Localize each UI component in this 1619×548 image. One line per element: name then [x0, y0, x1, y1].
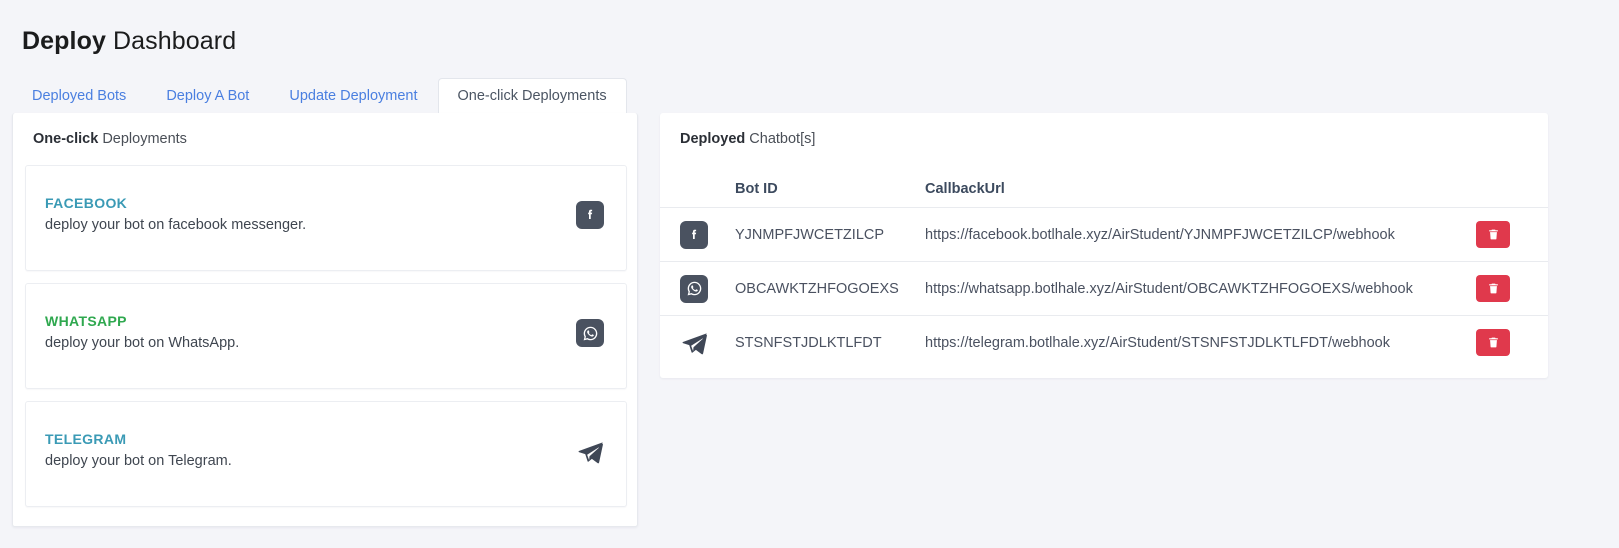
- tab-one-click-deployments[interactable]: One-click Deployments: [437, 78, 627, 114]
- row-channel-icon: [680, 220, 735, 249]
- whatsapp-icon: [576, 319, 604, 347]
- channel-card-list: FACEBOOK deploy your bot on facebook mess…: [25, 165, 627, 519]
- page-title-light: Dashboard: [113, 27, 237, 55]
- column-header-bot-id: Bot ID: [735, 181, 778, 197]
- left-panel-heading: One-click Deployments: [33, 130, 187, 148]
- facebook-icon: [576, 201, 604, 229]
- facebook-icon: [680, 220, 708, 249]
- channel-icon-wrapper: [576, 201, 608, 233]
- channel-description: deploy your bot on Telegram.: [45, 453, 232, 469]
- right-panel-heading-strong: Deployed: [680, 131, 746, 147]
- table-row: STSNFSTJDLKTLFDT https://telegram.botlhal…: [660, 315, 1548, 369]
- cell-callback-url: https://whatsapp.botlhale.xyz/AirStudent…: [925, 280, 1413, 297]
- channel-name: WHATSAPP: [45, 313, 127, 329]
- cell-callback-url: https://facebook.botlhale.xyz/AirStudent…: [925, 226, 1395, 243]
- delete-deployment-button[interactable]: [1476, 329, 1510, 356]
- channel-card-facebook[interactable]: FACEBOOK deploy your bot on facebook mess…: [25, 165, 627, 271]
- row-channel-icon: [680, 274, 735, 303]
- channel-icon-wrapper: [576, 437, 608, 469]
- deployed-chatbots-panel: Deployed Chatbot[s] Bot ID CallbackUrl Y…: [660, 113, 1548, 378]
- table-row: YJNMPFJWCETZILCP https://facebook.botlhal…: [660, 207, 1548, 261]
- trash-icon: [1488, 337, 1498, 348]
- channel-card-text: WHATSAPP deploy your bot on WhatsApp.: [45, 312, 239, 353]
- cell-bot-id: STSNFSTJDLKTLFDT: [735, 334, 882, 351]
- channel-name: FACEBOOK: [45, 195, 128, 211]
- telegram-icon: [576, 437, 606, 467]
- channel-card-text: TELEGRAM deploy your bot on Telegram.: [45, 430, 232, 471]
- tab-update-deployment[interactable]: Update Deployment: [269, 78, 437, 114]
- one-click-deployments-panel: One-click Deployments FACEBOOK deploy you…: [12, 113, 638, 527]
- table-header-row: Bot ID CallbackUrl: [660, 171, 1548, 207]
- row-channel-icon: [680, 328, 735, 358]
- channel-card-whatsapp[interactable]: WHATSAPP deploy your bot on WhatsApp.: [25, 283, 627, 389]
- tab-bar: Deployed Bots Deploy A Bot Update Deployme…: [12, 78, 627, 114]
- cell-bot-id: YJNMPFJWCETZILCP: [735, 226, 885, 243]
- column-header-callback-url: CallbackUrl: [925, 181, 1005, 197]
- right-panel-heading-light: Chatbot[s]: [749, 131, 816, 147]
- tab-deploy-a-bot[interactable]: Deploy A Bot: [146, 78, 269, 114]
- channel-card-text: FACEBOOK deploy your bot on facebook mess…: [45, 194, 306, 235]
- deployed-chatbots-table: Bot ID CallbackUrl YJNMPFJWCETZILCP https…: [660, 171, 1548, 369]
- tab-deployed-bots[interactable]: Deployed Bots: [12, 78, 146, 114]
- page-title-strong: Deploy: [22, 27, 106, 55]
- table-body: YJNMPFJWCETZILCP https://facebook.botlhal…: [660, 207, 1548, 369]
- channel-description: deploy your bot on WhatsApp.: [45, 335, 240, 351]
- channel-name: TELEGRAM: [45, 431, 127, 447]
- whatsapp-icon: [680, 274, 708, 303]
- trash-icon: [1488, 229, 1498, 240]
- delete-deployment-button[interactable]: [1476, 275, 1510, 302]
- page-title: Deploy Dashboard: [22, 26, 236, 56]
- deploy-dashboard-page: Deploy Dashboard Deployed Bots Deploy A B…: [0, 0, 1619, 548]
- channel-description: deploy your bot on facebook messenger.: [45, 217, 307, 233]
- telegram-icon: [680, 328, 710, 358]
- delete-deployment-button[interactable]: [1476, 221, 1510, 248]
- cell-callback-url: https://telegram.botlhale.xyz/AirStudent…: [925, 334, 1390, 351]
- channel-icon-wrapper: [576, 319, 608, 351]
- right-panel-heading: Deployed Chatbot[s]: [680, 130, 815, 148]
- left-panel-heading-light: Deployments: [102, 131, 187, 147]
- left-panel-heading-strong: One-click: [33, 131, 99, 147]
- cell-bot-id: OBCAWKTZHFOGOEXS: [735, 280, 899, 297]
- channel-card-telegram[interactable]: TELEGRAM deploy your bot on Telegram.: [25, 401, 627, 507]
- trash-icon: [1488, 283, 1498, 294]
- table-row: OBCAWKTZHFOGOEXS https://whatsapp.botlhal…: [660, 261, 1548, 315]
